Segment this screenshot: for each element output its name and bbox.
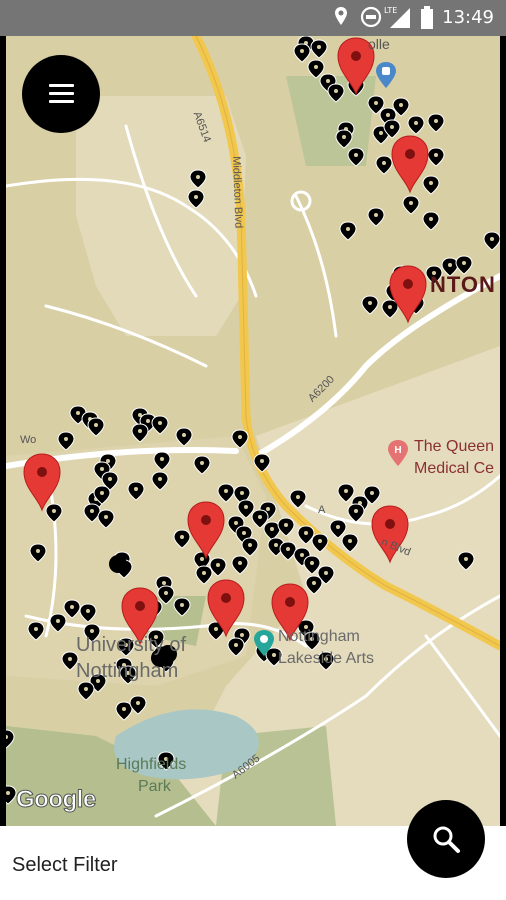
menu-button[interactable] [22, 55, 100, 133]
lte-label: LTE [384, 6, 397, 15]
map-label-road-left: Wo [20, 434, 37, 446]
location-icon [335, 7, 347, 25]
search-button[interactable] [407, 800, 485, 878]
map-label-highfields-1: Highfields [116, 756, 187, 773]
clock: 13:49 [442, 7, 494, 28]
sync-icon [360, 6, 382, 28]
map-label-queens-medical-2: Medical Ce [414, 460, 495, 477]
google-logo[interactable]: Google [16, 786, 97, 814]
status-bar: LTE 13:49 [0, 0, 506, 36]
map-label-college: olle [368, 36, 390, 52]
battery-icon [421, 6, 433, 29]
select-filter-button[interactable]: Select Filter [12, 854, 118, 877]
map-label-a-road: A [318, 504, 326, 516]
map-label-middleton-blvd: Middleton Blvd [230, 156, 245, 229]
map-label-lakeside-2: Lakeside Arts [278, 650, 375, 667]
map-label-lenton: NTON [430, 272, 496, 297]
svg-text:H: H [394, 445, 401, 456]
map-label-university-1: University of [76, 634, 187, 656]
map-label-university-2: Nottingham [76, 660, 179, 682]
map-label-queens-medical-1: The Queen [414, 438, 495, 455]
map-label-highfields-2: Park [138, 778, 171, 795]
map-view[interactable]: olle A6514 Middleton Blvd NTON A6200 The… [6, 36, 500, 826]
map-label-lakeside-1: Nottingham [278, 628, 360, 645]
map-canvas[interactable] [6, 36, 500, 826]
location-cluster[interactable] [109, 555, 127, 573]
hospital-icon[interactable]: H [388, 440, 408, 466]
search-icon [433, 826, 460, 853]
transit-icon[interactable] [376, 62, 396, 88]
arts-venue-icon[interactable] [254, 630, 274, 656]
lte-signal-icon: LTE [384, 6, 410, 28]
